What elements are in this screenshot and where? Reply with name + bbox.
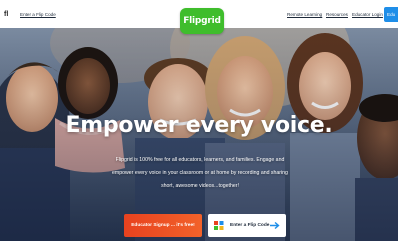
arrow-right-icon <box>270 222 280 229</box>
educator-signup-nav-button[interactable]: Edu <box>384 7 398 22</box>
enter-flip-code-link[interactable]: Enter a Flip Code <box>20 12 56 17</box>
brand-wordmark: Flipgrid <box>183 16 221 26</box>
hero-headline: Empower every voice. <box>65 113 333 138</box>
educator-signup-button[interactable]: Educator Signup ... it's free! <box>124 214 202 237</box>
nav-remote-learning[interactable]: Remote Learning <box>287 12 322 17</box>
flipgrid-logo[interactable]: Flipgrid <box>180 8 224 34</box>
hero-section: Empower every voice. Flipgrid is 100% fr… <box>0 28 398 241</box>
hero-description: Flipgrid is 100% free for all educators,… <box>112 157 288 189</box>
flipgrid-homepage: fl Enter a Flip Code Remote Learning Res… <box>0 0 398 241</box>
nav-resources[interactable]: Resources <box>326 12 348 17</box>
enter-flip-code-label: Enter a Flip Code <box>230 223 270 228</box>
enter-flip-code-button[interactable]: Enter a Flip Code <box>208 214 286 237</box>
grid-icon <box>214 221 224 230</box>
logo-icon[interactable]: fl <box>4 11 10 18</box>
nav-educator-login[interactable]: Educator Login <box>352 12 383 17</box>
